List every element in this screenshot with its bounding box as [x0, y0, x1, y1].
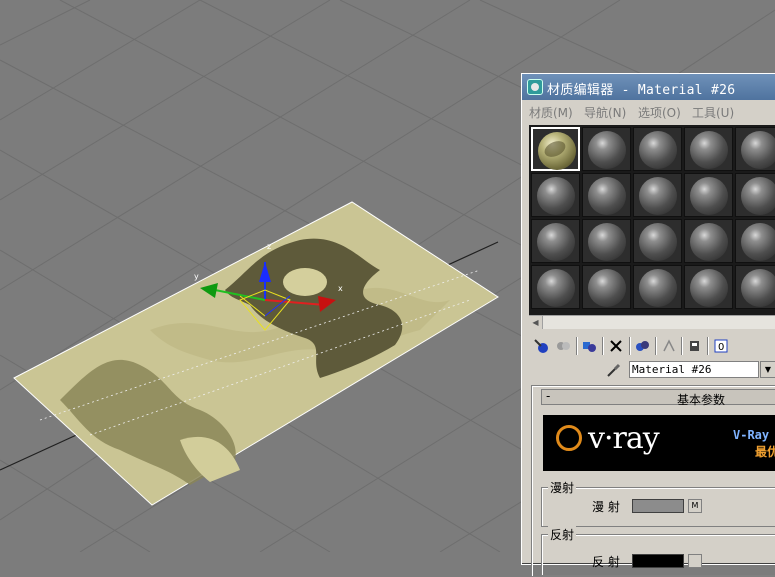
- sample-slot[interactable]: [684, 127, 733, 171]
- sample-slot[interactable]: [531, 173, 580, 217]
- put-to-library-button[interactable]: [659, 336, 679, 356]
- vray-logo-text: v·ray: [588, 421, 660, 456]
- put-to-scene-icon: [557, 342, 570, 350]
- assign-material-button[interactable]: [579, 336, 599, 356]
- material-id-button[interactable]: 0: [711, 336, 731, 356]
- vray-logo-icon: [556, 425, 582, 451]
- material-editor-window: 材质编辑器 - Material #26 材质(M) 导航(N) 选项(O) 工…: [521, 73, 775, 577]
- menu-bar: 材质(M) 导航(N) 选项(O) 工具(U): [522, 101, 775, 121]
- reflection-map-button[interactable]: [688, 554, 702, 568]
- toolbar-separator: [629, 337, 630, 355]
- diffuse-group-label: 漫射: [548, 479, 577, 496]
- material-toolbar: 0: [529, 336, 775, 358]
- gizmo-y-label: y: [194, 272, 199, 281]
- reflection-group-label: 反射: [548, 526, 577, 543]
- sample-slot[interactable]: [684, 265, 733, 309]
- toolbar-separator: [681, 337, 682, 355]
- assign-material-icon: [583, 342, 596, 352]
- sample-slot[interactable]: [582, 265, 631, 309]
- material-name-field[interactable]: Material #26: [629, 361, 759, 378]
- banner-text-line1: V-Ray i: [733, 428, 775, 442]
- material-name-dropdown-arrow-icon[interactable]: ▼: [760, 361, 775, 378]
- reset-material-button[interactable]: [606, 336, 626, 356]
- diffuse-map-button[interactable]: M: [688, 499, 702, 513]
- sample-slot[interactable]: [735, 219, 775, 263]
- sample-slot[interactable]: [582, 127, 631, 171]
- svg-text:0: 0: [718, 342, 724, 353]
- sample-slot[interactable]: [531, 265, 580, 309]
- sample-slot[interactable]: [633, 127, 682, 171]
- menu-material[interactable]: 材质(M): [529, 104, 573, 121]
- scroll-left-arrow-icon[interactable]: ◀: [529, 316, 543, 329]
- sample-slot-active[interactable]: [531, 127, 580, 171]
- banner-text-line2: 最优: [755, 445, 775, 459]
- toolbar-separator: [602, 337, 603, 355]
- sample-slot[interactable]: [735, 127, 775, 171]
- sample-slot[interactable]: [633, 265, 682, 309]
- parameters-panel: - 基本参数 v·ray V-Ray i 最优 漫射 漫 射 M 反射 反 射: [531, 385, 775, 577]
- pick-material-eyedropper-icon[interactable]: [606, 362, 622, 378]
- menu-navigation[interactable]: 导航(N): [584, 104, 626, 121]
- sample-slot[interactable]: [735, 265, 775, 309]
- material-preview-sphere: [538, 132, 576, 170]
- sample-slot[interactable]: [633, 219, 682, 263]
- rollout-title: 基本参数: [677, 393, 726, 407]
- toolbar-separator: [707, 337, 708, 355]
- material-name-row: Material #26 ▼: [522, 360, 775, 380]
- slots-horizontal-scrollbar[interactable]: ◀: [529, 315, 775, 329]
- get-material-icon: [534, 339, 548, 353]
- sample-slot[interactable]: [582, 219, 631, 263]
- effects-channel-icon: [690, 341, 699, 351]
- gizmo-x-label: x: [338, 284, 343, 293]
- reflection-color-swatch[interactable]: [632, 554, 684, 568]
- sand-plane[interactable]: [13, 201, 499, 506]
- material-editor-app-icon: [527, 79, 543, 95]
- title-bar[interactable]: 材质编辑器 - Material #26: [522, 74, 775, 100]
- vray-banner: v·ray V-Ray i 最优: [543, 415, 775, 471]
- sample-slot[interactable]: [531, 219, 580, 263]
- toolbar-separator: [576, 337, 577, 355]
- sample-slot[interactable]: [633, 173, 682, 217]
- put-to-scene-button[interactable]: [553, 336, 573, 356]
- make-unique-icon: [636, 341, 649, 351]
- rollout-collapse-toggle[interactable]: -: [546, 389, 550, 403]
- menu-options[interactable]: 选项(O): [638, 104, 681, 121]
- make-unique-button[interactable]: [632, 336, 652, 356]
- diffuse-color-swatch[interactable]: [632, 499, 684, 513]
- library-icon: [663, 339, 675, 352]
- diffuse-label: 漫 射: [592, 500, 620, 514]
- material-id-icon: 0: [714, 339, 728, 353]
- material-effects-channel-button[interactable]: [685, 336, 705, 356]
- window-title: 材质编辑器 - Material #26: [547, 83, 736, 98]
- sample-slot[interactable]: [582, 173, 631, 217]
- sample-slot[interactable]: [684, 173, 733, 217]
- close-x-icon: [610, 340, 622, 352]
- diffuse-group: 漫射 漫 射 M: [541, 479, 775, 527]
- sample-slots: [529, 125, 775, 315]
- reflection-label: 反 射: [592, 555, 620, 569]
- sample-slot[interactable]: [735, 173, 775, 217]
- reflection-group: 反射 反 射: [541, 526, 775, 576]
- get-material-button[interactable]: [531, 336, 551, 356]
- menu-utilities[interactable]: 工具(U): [692, 104, 734, 121]
- gizmo-z-label: z: [267, 242, 271, 251]
- sample-slot[interactable]: [684, 219, 733, 263]
- toolbar-separator: [655, 337, 656, 355]
- basic-parameters-rollout-header[interactable]: - 基本参数: [541, 389, 775, 407]
